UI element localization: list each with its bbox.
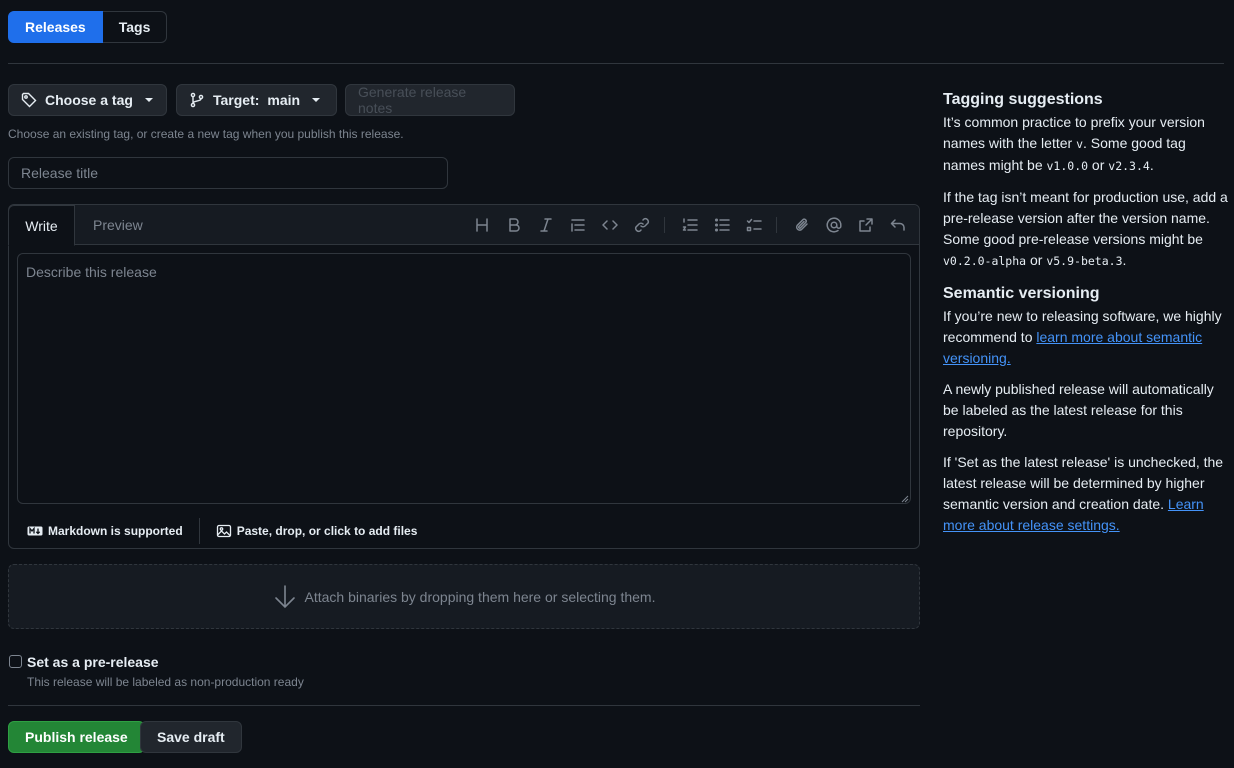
sidebar: Tagging suggestions It’s common practice… — [943, 88, 1228, 546]
attach-files-button[interactable]: Paste, drop, or click to add files — [216, 523, 418, 539]
save-draft-button[interactable]: Save draft — [140, 721, 242, 753]
prerelease-checkbox[interactable] — [9, 655, 22, 668]
generate-release-notes-button[interactable]: Generate release notes — [345, 84, 515, 116]
release-title-input[interactable] — [8, 157, 448, 189]
target-branch-button[interactable]: Target: main — [176, 84, 337, 116]
tag-example: v1.0.0 — [1046, 159, 1089, 173]
ordered-list-icon[interactable] — [680, 215, 700, 235]
attach-icon[interactable] — [792, 215, 812, 235]
italic-icon[interactable] — [536, 215, 556, 235]
chevron-down-icon — [144, 98, 153, 102]
tag-icon — [21, 92, 37, 108]
tagging-suggestions-heading: Tagging suggestions — [943, 91, 1103, 108]
prerelease-example: v5.9-beta.3 — [1046, 254, 1123, 268]
branch-icon — [190, 92, 204, 108]
prerelease-description: This release will be labeled as non-prod… — [27, 675, 304, 689]
semantic-versioning-heading: Semantic versioning — [943, 285, 1100, 302]
heading-icon[interactable] — [472, 215, 492, 235]
release-description-editor: Write Preview Markdown is supported Past… — [8, 204, 920, 549]
task-list-icon[interactable] — [744, 215, 764, 235]
prerelease-label[interactable]: Set as a pre-release — [27, 654, 159, 670]
arrow-down-icon — [274, 584, 295, 608]
toolbar-divider — [776, 217, 777, 233]
prerelease-example: v0.2.0-alpha — [943, 254, 1027, 268]
tab-releases[interactable]: Releases — [8, 11, 103, 43]
tab-write[interactable]: Write — [8, 205, 75, 246]
attach-files-label: Paste, drop, or click to add files — [236, 524, 418, 538]
undo-icon[interactable] — [888, 215, 908, 235]
tab-preview[interactable]: Preview — [93, 205, 143, 245]
code-icon[interactable] — [600, 215, 620, 235]
divider — [8, 705, 920, 706]
tagging-paragraph-1: It’s common practice to prefix your vers… — [943, 114, 1205, 173]
editor-header: Write Preview — [8, 205, 919, 246]
attach-binaries-label: Attach binaries by dropping them here or… — [304, 588, 656, 605]
unordered-list-icon[interactable] — [712, 215, 732, 235]
choose-tag-button[interactable]: Choose a tag — [8, 84, 167, 116]
semver-paragraph-1: If you’re new to releasing software, we … — [943, 308, 1222, 366]
tab-tags[interactable]: Tags — [102, 11, 168, 43]
cross-reference-icon[interactable] — [856, 215, 876, 235]
divider — [8, 63, 1224, 64]
tagging-paragraph-2: If the tag isn’t meant for production us… — [943, 189, 1228, 268]
semver-paragraph-2: A newly published release will automatic… — [943, 381, 1214, 439]
resize-handle-icon[interactable] — [901, 495, 909, 503]
chevron-down-icon — [312, 98, 321, 102]
target-prefix: Target: — [213, 92, 260, 108]
footer-divider — [198, 518, 200, 544]
editor-footer: Markdown is supported Paste, drop, or cl… — [9, 513, 919, 549]
link-icon[interactable] — [632, 215, 652, 235]
choose-tag-label: Choose a tag — [45, 92, 133, 108]
target-value: main — [267, 92, 301, 108]
bold-icon[interactable] — [504, 215, 524, 235]
markdown-supported-label: Markdown is supported — [48, 524, 183, 538]
semver-paragraph-3: If 'Set as the latest release' is unchec… — [943, 454, 1224, 533]
mention-icon[interactable] — [824, 215, 844, 235]
markdown-icon — [27, 526, 43, 536]
markdown-supported-link[interactable]: Markdown is supported — [27, 524, 183, 538]
quote-icon[interactable] — [568, 215, 588, 235]
tag-hint: Choose an existing tag, or create a new … — [8, 127, 404, 141]
toolbar-divider — [664, 217, 665, 233]
tag-example: v2.3.4 — [1108, 159, 1150, 173]
image-icon — [216, 524, 231, 538]
releases-tags-nav: Releases Tags — [8, 11, 168, 43]
release-description-textarea[interactable] — [17, 253, 911, 504]
publish-release-button[interactable]: Publish release — [8, 721, 145, 753]
attach-binaries-dropzone[interactable]: Attach binaries by dropping them here or… — [8, 564, 920, 629]
